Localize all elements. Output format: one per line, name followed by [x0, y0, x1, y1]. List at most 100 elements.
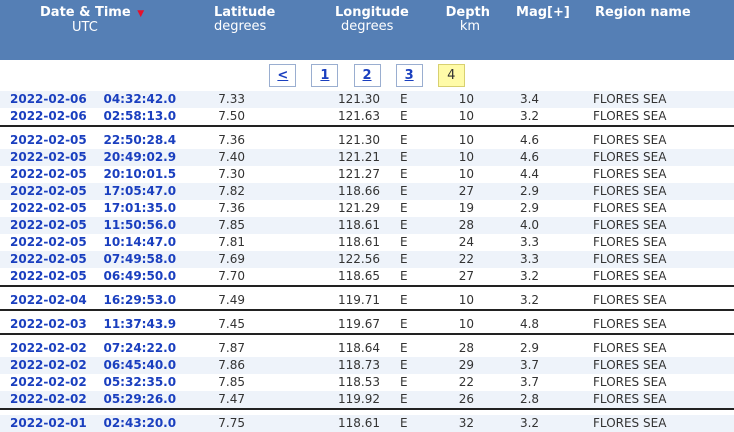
- event-time[interactable]: 20:10:01.5: [103, 167, 176, 181]
- event-date[interactable]: 2022-02-05: [10, 252, 87, 266]
- datetime-label: Date & Time: [40, 5, 131, 20]
- table-row[interactable]: 2022-02-05 17:01:35.0 7.36S 121.29 E 19 2.9 FL…: [0, 200, 734, 217]
- longitude-cell: 118.65: [338, 269, 381, 283]
- event-time[interactable]: 11:37:43.9: [103, 317, 176, 331]
- event-time[interactable]: 05:32:35.0: [103, 375, 176, 389]
- event-date[interactable]: 2022-02-05: [10, 269, 87, 283]
- region-cell: FLORES SEA: [585, 251, 734, 268]
- longitude-hemisphere: E: [380, 251, 411, 268]
- table-row[interactable]: 2022-02-05 07:49:58.07.69S122.56E223.3FL…: [0, 251, 734, 268]
- event-datetime-link[interactable]: 2022-02-02 05:32:35.0: [0, 374, 205, 391]
- event-time[interactable]: 07:49:58.0: [103, 252, 176, 266]
- page-2-button[interactable]: 2: [353, 64, 381, 87]
- latitude-cell: 7.69: [205, 251, 245, 268]
- depth-cell: 32: [410, 415, 503, 432]
- event-date[interactable]: 2022-02-02: [10, 358, 87, 372]
- column-header-magnitude[interactable]: Mag[+]: [502, 0, 586, 60]
- event-datetime-link[interactable]: 2022-02-06 02:58:13.0: [0, 108, 205, 126]
- event-time[interactable]: 20:49:02.9: [103, 150, 176, 164]
- event-datetime-link[interactable]: 2022-02-05 22:50:28.4: [0, 132, 205, 149]
- longitude-cell: 118.61: [265, 415, 381, 432]
- event-time[interactable]: 22:50:28.4: [103, 133, 176, 147]
- event-time[interactable]: 02:58:13.0: [103, 109, 176, 123]
- table-row[interactable]: 2022-02-05 20:49:02.97.40S121.21E104.6FL…: [0, 149, 734, 166]
- event-datetime-link[interactable]: 2022-02-05 11:50:56.0: [0, 217, 205, 234]
- table-row[interactable]: 2022-02-06 04:32:42.07.33S121.30E103.4FL…: [0, 91, 734, 108]
- table-row[interactable]: 2022-02-05 22:50:28.4 7.36S 121.30 E 10 4.6 FL…: [0, 132, 734, 149]
- page-1-button[interactable]: 1: [311, 64, 339, 87]
- longitude-cell: 118.53: [338, 375, 381, 389]
- event-datetime-link[interactable]: 2022-02-05 17:05:47.0: [0, 183, 205, 200]
- event-time[interactable]: 16:29:53.0: [103, 293, 176, 307]
- longitude-hemisphere: E: [380, 149, 411, 166]
- column-header-longitude[interactable]: Longitude degrees: [265, 0, 411, 60]
- event-datetime-link[interactable]: 2022-02-05 17:01:35.0: [0, 200, 205, 217]
- event-date[interactable]: 2022-02-06: [10, 109, 87, 123]
- table-row[interactable]: 2022-02-06 02:58:13.0 7.50S 121.63 E 10 3.2 FL…: [0, 108, 734, 126]
- event-datetime-link[interactable]: 2022-02-05 07:49:58.0: [0, 251, 205, 268]
- event-date[interactable]: 2022-02-05: [10, 133, 87, 147]
- event-date[interactable]: 2022-02-05: [10, 201, 87, 215]
- event-time[interactable]: 04:32:42.0: [103, 92, 176, 106]
- table-row[interactable]: 2022-02-02 05:32:35.0 7.85S 118.53 E 22 3.7 FL…: [0, 374, 734, 391]
- page-3-button[interactable]: 3: [395, 64, 423, 87]
- table-row[interactable]: 2022-02-03 11:37:43.9 7.45S 119.67 E 10 4.8 FL…: [0, 316, 734, 334]
- column-header-datetime[interactable]: Date & Time ▼ UTC: [0, 0, 205, 60]
- event-date[interactable]: 2022-02-04: [10, 293, 87, 307]
- event-time[interactable]: 17:01:35.0: [103, 201, 176, 215]
- event-time[interactable]: 06:49:50.0: [103, 269, 176, 283]
- event-date[interactable]: 2022-02-02: [10, 341, 87, 355]
- latitude-hemisphere: S: [245, 268, 266, 286]
- latitude-cell: 7.50: [218, 109, 245, 123]
- event-datetime-link[interactable]: 2022-02-02 07:24:22.0: [0, 340, 205, 357]
- event-datetime-link[interactable]: 2022-02-01 02:43:20.0: [0, 415, 205, 432]
- table-row[interactable]: 2022-02-05 20:10:01.5 7.30S 121.27 E 10 4.4 FL…: [0, 166, 734, 183]
- event-datetime-link[interactable]: 2022-02-06 04:32:42.0: [0, 91, 205, 108]
- event-time[interactable]: 07:24:22.0: [103, 341, 176, 355]
- table-row[interactable]: 2022-02-02 07:24:22.0 7.87S 118.64 E 28 2.9 FL…: [0, 340, 734, 357]
- table-row[interactable]: 2022-02-05 06:49:50.0 7.70S 118.65 E 27 3.2 FL…: [0, 268, 734, 286]
- table-row[interactable]: 2022-02-01 02:43:20.07.75S118.61E323.2FL…: [0, 415, 734, 432]
- event-date[interactable]: 2022-02-05: [10, 167, 87, 181]
- table-row[interactable]: 2022-02-02 06:45:40.07.86S118.73E293.7FL…: [0, 357, 734, 374]
- event-datetime-link[interactable]: 2022-02-05 10:14:47.0: [0, 234, 205, 251]
- event-date[interactable]: 2022-02-02: [10, 375, 87, 389]
- event-date[interactable]: 2022-02-02: [10, 392, 87, 406]
- event-date[interactable]: 2022-02-06: [10, 92, 87, 106]
- event-time[interactable]: 10:14:47.0: [103, 235, 176, 249]
- event-datetime-link[interactable]: 2022-02-05 20:49:02.9: [0, 149, 205, 166]
- event-datetime-link[interactable]: 2022-02-05 06:49:50.0: [0, 268, 205, 286]
- event-datetime-link[interactable]: 2022-02-03 11:37:43.9: [0, 316, 205, 334]
- event-datetime-link[interactable]: 2022-02-05 20:10:01.5: [0, 166, 205, 183]
- event-time[interactable]: 11:50:56.0: [103, 218, 176, 232]
- table-row[interactable]: 2022-02-04 16:29:53.0 7.49S 119.71 E 10 3.2 FL…: [0, 292, 734, 310]
- region-cell: FLORES SEA: [585, 415, 734, 432]
- event-datetime-link[interactable]: 2022-02-02 05:29:26.0: [0, 391, 205, 409]
- event-date[interactable]: 2022-02-05: [10, 184, 87, 198]
- event-date[interactable]: 2022-02-05: [10, 235, 87, 249]
- event-time[interactable]: 06:45:40.0: [103, 358, 176, 372]
- table-body: 2022-02-06 04:32:42.07.33S121.30E103.4FL…: [0, 91, 734, 432]
- latitude-hemisphere: S: [245, 217, 266, 234]
- longitude-cell: 121.21: [265, 149, 381, 166]
- table-row[interactable]: 2022-02-05 11:50:56.07.85S118.61E284.0FL…: [0, 217, 734, 234]
- table-row[interactable]: 2022-02-05 17:05:47.07.82S118.66E272.9FL…: [0, 183, 734, 200]
- event-time[interactable]: 17:05:47.0: [103, 184, 176, 198]
- column-header-region[interactable]: Region name: [585, 0, 734, 60]
- event-date[interactable]: 2022-02-05: [10, 150, 87, 164]
- depth-cell: 10: [410, 149, 503, 166]
- prev-page-button[interactable]: <: [269, 64, 297, 87]
- table-row[interactable]: 2022-02-05 10:14:47.0 7.81S 118.61 E 24 3.3 FL…: [0, 234, 734, 251]
- table-row[interactable]: 2022-02-02 05:29:26.07.47S119.92E262.8FL…: [0, 391, 734, 409]
- column-header-depth[interactable]: Depth km: [410, 0, 503, 60]
- event-date[interactable]: 2022-02-05: [10, 218, 87, 232]
- sort-desc-icon[interactable]: ▼: [137, 9, 144, 19]
- magnitude-cell: 2.9: [519, 341, 540, 355]
- depth-cell: 22: [410, 251, 503, 268]
- event-date[interactable]: 2022-02-03: [10, 317, 87, 331]
- event-datetime-link[interactable]: 2022-02-02 06:45:40.0: [0, 357, 205, 374]
- event-time[interactable]: 05:29:26.0: [103, 392, 176, 406]
- column-header-latitude[interactable]: Latitude degrees: [205, 0, 275, 60]
- event-datetime-link[interactable]: 2022-02-04 16:29:53.0: [0, 292, 205, 310]
